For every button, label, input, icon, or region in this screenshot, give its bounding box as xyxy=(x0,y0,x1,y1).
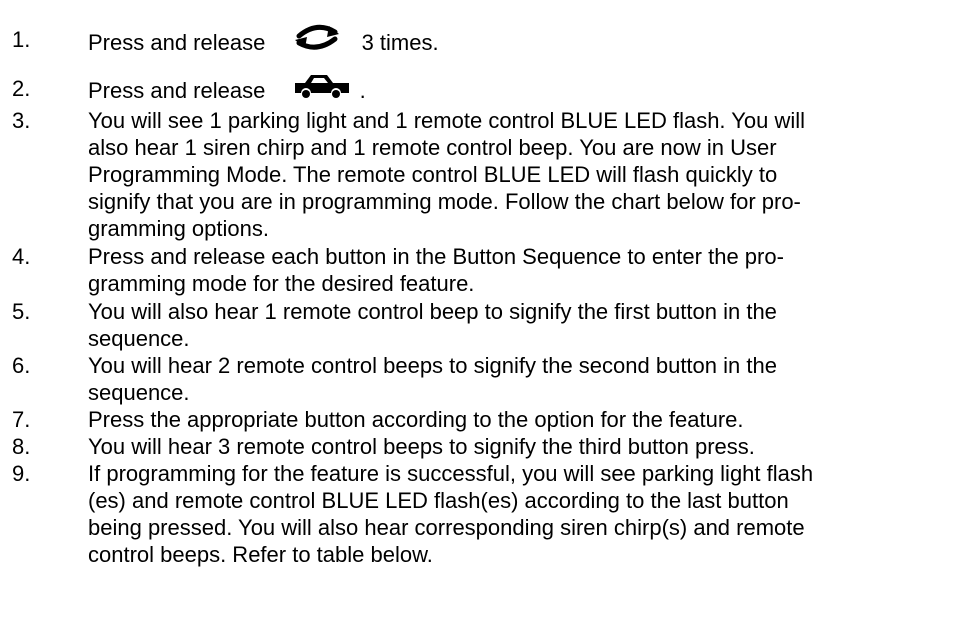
car-trunk-icon xyxy=(293,71,351,99)
step-text-line: also hear 1 siren chirp and 1 remote con… xyxy=(88,135,777,160)
step-text-line: Press the appropriate button according t… xyxy=(88,407,744,432)
step-number: 1. xyxy=(12,27,31,52)
step-text: Press and release xyxy=(88,30,266,55)
step-body: You will hear 2 remote control beeps to … xyxy=(88,352,964,406)
step-number: 5. xyxy=(12,299,31,324)
step-body: You will hear 3 remote control beeps to … xyxy=(88,433,964,460)
step-text-line: (es) and remote control BLUE LED flash(e… xyxy=(88,488,789,513)
step-body: You will see 1 parking light and 1 remot… xyxy=(88,107,964,242)
step-text: Press and release xyxy=(88,78,266,103)
step-text-line: You will see 1 parking light and 1 remot… xyxy=(88,108,806,133)
step-text-line: gramming options. xyxy=(88,216,269,241)
step-text-line: If programming for the feature is succes… xyxy=(88,461,814,486)
step-text-line: gramming mode for the desired feature. xyxy=(88,271,475,296)
step-body: If programming for the feature is succes… xyxy=(88,460,964,568)
step-text-line: being pressed. You will also hear corres… xyxy=(88,515,805,540)
step-body: Press and release each button in the But… xyxy=(88,243,964,297)
step-text-line: You will also hear 1 remote control beep… xyxy=(88,299,777,324)
step-text: 3 times. xyxy=(361,30,439,55)
instruction-document: 1. Press and release 3 times. 2. Press a… xyxy=(0,0,972,617)
step-text-line: sequence. xyxy=(88,380,190,405)
step-text-line: Press and release each button in the But… xyxy=(88,244,784,269)
step-body: You will also hear 1 remote control beep… xyxy=(88,298,964,352)
step-body: Press and release 3 times. xyxy=(88,23,964,60)
step-number: 7. xyxy=(12,407,31,432)
step-number: 3. xyxy=(12,108,31,133)
step-text-line: You will hear 3 remote control beeps to … xyxy=(88,434,755,459)
step-text-line: Programming Mode. The remote control BLU… xyxy=(88,162,778,187)
step-text-line: signify that you are in programming mode… xyxy=(88,189,801,214)
step-body: Press the appropriate button according t… xyxy=(88,406,964,433)
step-text-line: You will hear 2 remote control beeps to … xyxy=(88,353,777,378)
step-number: 8. xyxy=(12,434,31,459)
step-body: Press and release . xyxy=(88,75,964,107)
step-number: 9. xyxy=(12,461,31,486)
step-number: 4. xyxy=(12,244,31,269)
cycle-arrows-icon xyxy=(293,23,341,51)
step-number: 2. xyxy=(12,76,31,101)
step-text-line: sequence. xyxy=(88,326,190,351)
step-text-line: control beeps. Refer to table below. xyxy=(88,542,433,567)
step-text: . xyxy=(359,78,366,103)
step-number: 6. xyxy=(12,353,31,378)
